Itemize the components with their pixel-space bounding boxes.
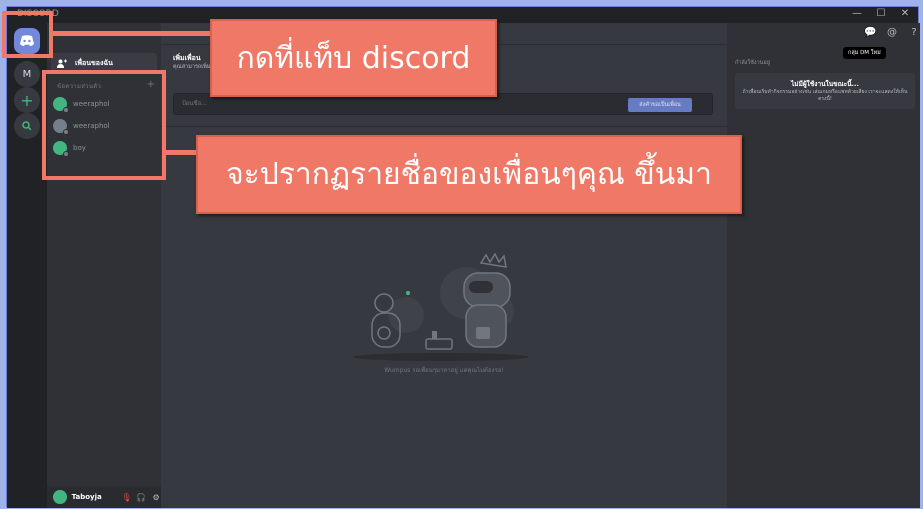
wumpus-illustration-icon <box>353 253 529 361</box>
window-controls: — ☐ ✕ <box>850 8 912 19</box>
close-button[interactable]: ✕ <box>898 8 912 19</box>
plus-icon: + <box>20 90 34 110</box>
user-name: Taboyja <box>71 493 102 501</box>
user-panel: Taboyja 🎙 🎧 ⚙ <box>47 486 161 508</box>
empty-activity-card: ไม่มีผู้ใช้งานในขณะนี้... ถ้าเพื่อนเริ่ม… <box>735 73 915 109</box>
active-now-panel: 💬 @ ? กลุ่ม DM ใหม่ กำลังใช้งานอยู่ ไม่ม… <box>727 23 920 508</box>
highlight-friend-list <box>42 70 166 180</box>
settings-gear-icon[interactable]: ⚙ <box>151 493 161 502</box>
headphones-icon[interactable]: 🎧 <box>136 493 146 502</box>
friends-icon <box>57 59 67 68</box>
callout-friend-list-appears: จะปรากฏรายชื่อของเพื่อนๆคุณ ขึ้นมา <box>196 135 742 214</box>
friends-label: เพื่อนของฉัน <box>75 58 113 67</box>
card-title: ไม่มีผู้ใช้งานในขณะนี้... <box>791 80 859 88</box>
server-m-button[interactable]: M <box>14 61 40 87</box>
highlight-discord-tab <box>2 11 53 58</box>
divider <box>161 126 727 127</box>
maximize-button[interactable]: ☐ <box>874 8 888 19</box>
card-body: ถ้าเพื่อนเริ่มทำกิจกรรมอย่างเช่น เล่นเกม… <box>742 89 908 102</box>
connector-line <box>164 150 198 155</box>
callout-click-discord-tab: กดที่แท็บ discord <box>210 19 497 97</box>
tooltip: กลุ่ม DM ใหม่ <box>843 47 886 59</box>
server-initial: M <box>22 68 32 80</box>
empty-state-text: Wumpus รอเพื่อนๆมาหาอยู่ แต่คุณไม่ต้องรอ… <box>384 367 504 374</box>
send-friend-request-button[interactable]: ส่งคำขอเป็นเพื่อน <box>628 98 692 112</box>
new-group-dm-icon[interactable]: 💬 <box>864 27 876 38</box>
minimize-button[interactable]: — <box>850 8 864 19</box>
server-rail: M + <box>7 23 47 508</box>
connector-line <box>51 31 213 36</box>
mentions-icon[interactable]: @ <box>886 27 898 38</box>
search-icon <box>22 121 32 131</box>
active-now-label: กำลังใช้งานอยู่ <box>735 60 770 66</box>
add-friend-input[interactable] <box>182 100 622 107</box>
avatar[interactable] <box>53 490 67 504</box>
add-server-button[interactable]: + <box>14 87 40 113</box>
help-icon[interactable]: ? <box>908 27 920 38</box>
mute-microphone-icon[interactable]: 🎙 <box>121 493 131 502</box>
explore-servers-button[interactable] <box>14 113 40 139</box>
header-toolbar: 💬 @ ? <box>864 27 920 38</box>
